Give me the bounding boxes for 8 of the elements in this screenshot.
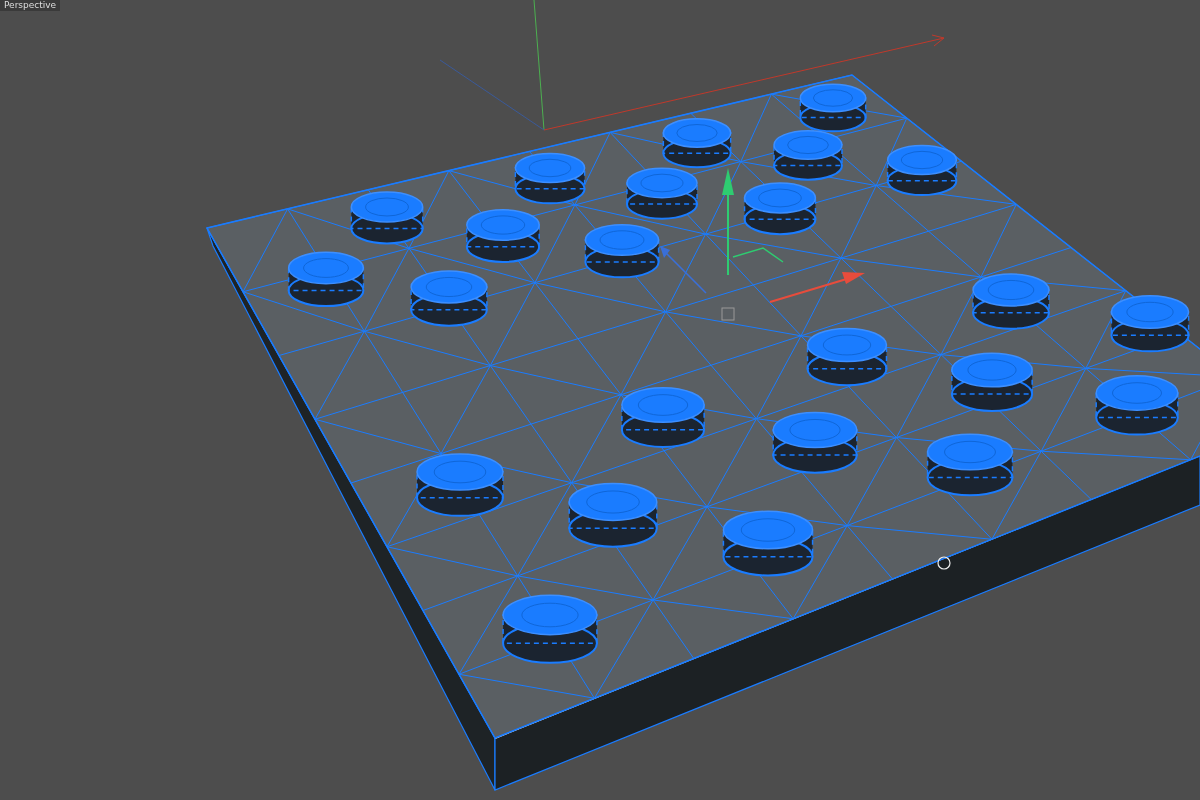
checker-piece [662, 118, 732, 169]
viewport-label: Perspective [0, 0, 61, 11]
checker-piece [773, 130, 843, 181]
checker-piece [799, 83, 867, 133]
move-gizmo-icon[interactable] [660, 168, 865, 321]
pivot-handle-icon[interactable] [937, 556, 951, 570]
checker-piece [514, 152, 586, 205]
checker-piece [886, 144, 958, 197]
